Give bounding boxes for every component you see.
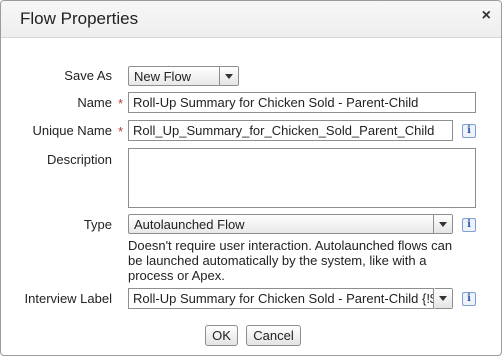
type-help-text: Doesn't require user interaction. Autola… bbox=[128, 238, 453, 283]
name-label: Name bbox=[77, 95, 112, 110]
name-field[interactable]: Roll-Up Summary for Chicken Sold - Paren… bbox=[128, 92, 476, 113]
flow-properties-dialog: Flow Properties × Save As New Flow Name … bbox=[0, 0, 502, 356]
type-value: Autolaunched Flow bbox=[134, 217, 245, 232]
dialog-header: Flow Properties × bbox=[1, 1, 501, 38]
type-select[interactable]: Autolaunched Flow bbox=[128, 214, 453, 234]
dialog-title: Flow Properties bbox=[20, 9, 139, 28]
info-icon[interactable]: i bbox=[462, 124, 476, 138]
save-as-select[interactable]: New Flow bbox=[128, 66, 239, 86]
info-icon[interactable]: i bbox=[462, 218, 476, 232]
unique-name-field[interactable]: Roll_Up_Summary_for_Chicken_Sold_Parent_… bbox=[128, 120, 453, 141]
chevron-down-icon[interactable] bbox=[433, 215, 452, 233]
required-marker: * bbox=[118, 96, 124, 111]
required-marker: * bbox=[118, 124, 124, 139]
type-label: Type bbox=[83, 217, 112, 232]
ok-button[interactable]: OK bbox=[205, 325, 238, 346]
interview-label-resource-picker[interactable] bbox=[434, 288, 453, 309]
description-label: Description bbox=[46, 152, 112, 167]
unique-name-label: Unique Name bbox=[32, 123, 113, 138]
description-field[interactable] bbox=[128, 148, 476, 208]
chevron-down-icon[interactable] bbox=[434, 289, 452, 308]
interview-label-field[interactable]: Roll-Up Summary for Chicken Sold - Paren… bbox=[128, 288, 434, 309]
close-icon[interactable]: × bbox=[482, 7, 491, 25]
save-as-value: New Flow bbox=[134, 69, 192, 84]
interview-label-label: Interview Label bbox=[24, 291, 112, 306]
cancel-button[interactable]: Cancel bbox=[246, 325, 301, 346]
chevron-down-icon[interactable] bbox=[219, 67, 238, 85]
info-icon[interactable]: i bbox=[462, 292, 476, 306]
save-as-label: Save As bbox=[64, 68, 112, 83]
